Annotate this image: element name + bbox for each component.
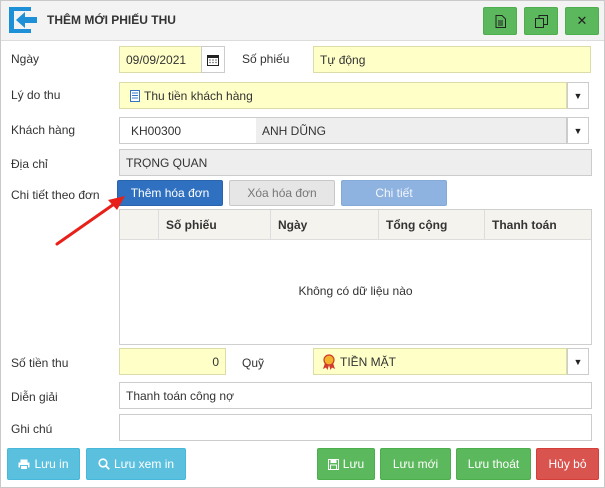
chevron-down-icon: ▼ bbox=[573, 90, 583, 101]
copy-icon bbox=[534, 14, 548, 28]
fund-select[interactable]: TIỀN MẶT bbox=[313, 348, 567, 375]
receipt-dialog: THÊM MỚI PHIẾU THU ✕ Ngày 09/09/2021 Số … bbox=[0, 0, 605, 488]
dialog-title: THÊM MỚI PHIẾU THU bbox=[47, 13, 176, 27]
invoice-table: Số phiếu Ngày Tổng cộng Thanh toán Không… bbox=[119, 209, 592, 345]
date-input[interactable]: 09/09/2021 bbox=[119, 46, 202, 73]
chevron-down-icon: ▼ bbox=[573, 125, 583, 136]
customer-code-input[interactable]: KH00300 bbox=[119, 117, 257, 144]
save-exit-button[interactable]: Lưu thoát bbox=[456, 448, 531, 480]
customer-label: Khách hàng bbox=[11, 123, 76, 137]
empty-table-message: Không có dữ liệu nào bbox=[298, 284, 413, 298]
description-input[interactable]: Thanh toán công nợ bbox=[119, 382, 592, 409]
column-header: Tổng cộng bbox=[378, 210, 484, 240]
fund-value: TIỀN MẶT bbox=[340, 354, 396, 369]
column-header: Số phiếu bbox=[158, 210, 270, 240]
back-arrow-icon[interactable] bbox=[7, 5, 39, 35]
fund-label: Quỹ bbox=[242, 356, 265, 370]
medal-icon bbox=[323, 353, 335, 370]
save-new-button[interactable]: Lưu mới bbox=[380, 448, 451, 480]
save-print-button[interactable]: Lưu in bbox=[7, 448, 80, 480]
amount-input[interactable]: 0 bbox=[119, 348, 226, 375]
document-list-icon bbox=[130, 89, 140, 102]
note-input[interactable] bbox=[119, 414, 592, 441]
table-header: Số phiếu Ngày Tổng cộng Thanh toán bbox=[120, 210, 591, 240]
reason-value: Thu tiền khách hàng bbox=[144, 88, 253, 103]
add-invoice-button[interactable]: Thêm hóa đơn bbox=[117, 180, 223, 206]
doc-no-input[interactable]: Tự động bbox=[313, 46, 591, 73]
column-header: Ngày bbox=[270, 210, 378, 240]
duplicate-button[interactable] bbox=[524, 7, 558, 35]
remove-invoice-button[interactable]: Xóa hóa đơn bbox=[229, 180, 335, 206]
dialog-titlebar: THÊM MỚI PHIẾU THU ✕ bbox=[1, 1, 604, 41]
search-icon bbox=[98, 458, 110, 470]
calendar-button[interactable] bbox=[201, 46, 225, 73]
calendar-icon bbox=[207, 54, 219, 66]
save-print-label: Lưu in bbox=[34, 457, 69, 471]
save-button[interactable]: Lưu bbox=[317, 448, 375, 480]
column-header: Thanh toán bbox=[484, 210, 591, 240]
save-preview-label: Lưu xem in bbox=[113, 457, 175, 471]
reason-select[interactable]: Thu tiền khách hàng bbox=[119, 82, 567, 109]
view-detail-button[interactable]: Chi tiết bbox=[341, 180, 447, 206]
doc-no-label: Số phiếu bbox=[242, 52, 290, 66]
printer-icon bbox=[18, 459, 30, 470]
document-button[interactable] bbox=[483, 7, 517, 35]
save-icon bbox=[327, 458, 339, 470]
save-preview-button[interactable]: Lưu xem in bbox=[86, 448, 186, 480]
amount-label: Số tiền thu bbox=[11, 356, 69, 370]
customer-dropdown-button[interactable]: ▼ bbox=[567, 117, 589, 144]
cancel-button[interactable]: Hủy bỏ bbox=[536, 448, 599, 480]
customer-name-field: ANH DŨNG bbox=[256, 117, 567, 144]
reason-label: Lý do thu bbox=[11, 88, 61, 102]
fund-dropdown-button[interactable]: ▼ bbox=[567, 348, 589, 375]
address-label: Địa chỉ bbox=[11, 157, 48, 171]
date-label: Ngày bbox=[11, 52, 40, 66]
save-label: Lưu bbox=[342, 457, 365, 471]
address-field: TRỌNG QUAN bbox=[119, 149, 592, 176]
description-label: Diễn giải bbox=[11, 390, 58, 404]
reason-dropdown-button[interactable]: ▼ bbox=[567, 82, 589, 109]
document-icon bbox=[495, 14, 506, 28]
chevron-down-icon: ▼ bbox=[573, 356, 583, 367]
close-icon: ✕ bbox=[576, 13, 588, 28]
note-label: Ghi chú bbox=[11, 422, 53, 436]
close-button[interactable]: ✕ bbox=[565, 7, 599, 35]
